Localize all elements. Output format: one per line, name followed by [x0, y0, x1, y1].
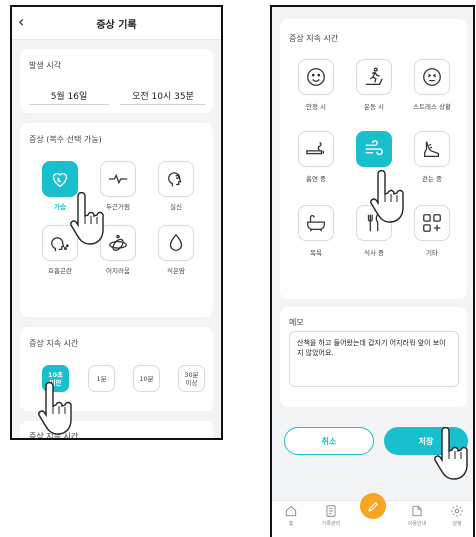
situation-label: 증상 지속 시간: [289, 34, 339, 43]
situation-walking-button[interactable]: [414, 131, 450, 167]
grid-plus-icon: [423, 214, 441, 232]
situation-wind-button[interactable]: [356, 131, 392, 167]
symptom-sweat-button[interactable]: [158, 225, 194, 261]
tab-label: 이용안내: [407, 521, 427, 527]
situation-stress-button[interactable]: [414, 59, 450, 95]
pointing-hand-icon: [370, 170, 404, 223]
pointing-hand-icon: [38, 382, 72, 435]
situation-label-item: 기타: [426, 249, 438, 257]
situation-label-item: 걷는 중: [421, 175, 442, 183]
memo-label: 메모: [289, 318, 304, 327]
heart-pain-icon: [52, 172, 68, 188]
situation-exercise-button[interactable]: [356, 59, 392, 95]
symptom-record-screen: ‹ 증상 기록 발생 시각 5월 16일 오전 10시 35분 증상 (복수 선…: [10, 5, 223, 440]
symptom-label: 실신: [170, 203, 182, 211]
walking-shoe-icon: [424, 141, 440, 157]
guide-icon: [412, 505, 422, 517]
onset-date[interactable]: 5월 16일: [29, 89, 109, 102]
symptom-label: 식은땀: [167, 267, 185, 275]
situation-bath-button[interactable]: [298, 205, 334, 241]
tab-label: 홈: [288, 521, 294, 527]
symptom-label: 호흡곤란: [48, 267, 72, 275]
situation-card: 증상 지속 시간 안정 시 운동 시 스트레스 상황 흡연 중 걷는 중 목욕 …: [280, 19, 467, 299]
duration-option-over-30min[interactable]: 30분 이상: [178, 365, 205, 392]
app-header: ‹ 증상 기록: [12, 7, 221, 40]
situation-label-item: 스트레스 상황: [413, 103, 451, 111]
situation-rest-button[interactable]: [298, 59, 334, 95]
symptom-label: 어지러움: [106, 267, 130, 275]
tab-label: 설정: [452, 521, 462, 527]
home-icon: [285, 505, 297, 517]
page-title: 증상 기록: [96, 20, 137, 31]
tab-records[interactable]: 기록관리: [314, 504, 348, 527]
tab-guide[interactable]: 이용안내: [400, 504, 434, 527]
wind-icon: [365, 140, 383, 156]
memo-textarea[interactable]: 산책을 하고 들어왔는데 갑자기 어지러워 앞이 보이지 않았어요.: [289, 331, 459, 387]
smile-face-icon: [307, 68, 325, 86]
situation-label-item: 식사 중: [363, 249, 384, 257]
tab-write[interactable]: [360, 493, 386, 519]
onset-label: 발생 시각: [29, 61, 61, 70]
tab-label: 기록관리: [321, 521, 341, 527]
symptom-faint-button[interactable]: [158, 161, 194, 197]
situation-label-item: 안정 시: [305, 103, 326, 111]
symptoms-label: 증상 (복수 선택 가능): [29, 135, 102, 144]
tab-home[interactable]: 홈: [274, 504, 308, 527]
bottom-tab-bar: 홈 기록관리 이용안내 설정: [272, 493, 473, 537]
tab-settings[interactable]: 설정: [440, 504, 473, 527]
bathtub-icon: [307, 215, 325, 232]
onset-card: 발생 시각 5월 16일 오전 10시 35분: [20, 49, 213, 113]
symptoms-card: 증상 (복수 선택 가능) 가슴 두근거림 실신 호흡곤란 어지러움 식은땀: [20, 123, 213, 317]
date-underline: [29, 104, 109, 105]
pencil-icon: [367, 501, 378, 512]
head-faint-icon: [168, 172, 182, 187]
onset-time[interactable]: 오전 10시 35분: [120, 89, 206, 102]
dizzy-icon: [109, 234, 127, 251]
situation-label-item: 운동 시: [363, 103, 384, 111]
symptom-record-screen-scrolled: 증상 지속 시간 안정 시 운동 시 스트레스 상황 흡연 중 걷는 중 목욕 …: [270, 5, 475, 537]
situation-label-item: 목욕: [310, 249, 322, 257]
treadmill-icon: [365, 67, 383, 85]
pointing-hand-icon: [434, 427, 468, 480]
cigarette-icon: [306, 142, 324, 155]
situation-smoking-button[interactable]: [298, 131, 334, 167]
stress-face-icon: [423, 68, 441, 86]
heartbeat-icon: [108, 173, 128, 185]
cancel-button[interactable]: 취소: [284, 427, 374, 455]
gear-icon: [451, 505, 463, 517]
situation-label-item: 흡연 중: [305, 175, 326, 183]
sweat-drop-icon: [169, 233, 183, 251]
document-icon: [326, 505, 336, 517]
time-underline: [120, 104, 206, 105]
pointing-hand-icon: [70, 192, 104, 245]
duration-option-1min[interactable]: 1분: [88, 365, 115, 392]
memo-card: 메모 산책을 하고 들어왔는데 갑자기 어지러워 앞이 보이지 않았어요.: [280, 307, 467, 407]
duration-label: 증상 지속 시간: [29, 339, 79, 348]
situation-other-button[interactable]: [414, 205, 450, 241]
duration-option-10min[interactable]: 10분: [133, 365, 160, 392]
